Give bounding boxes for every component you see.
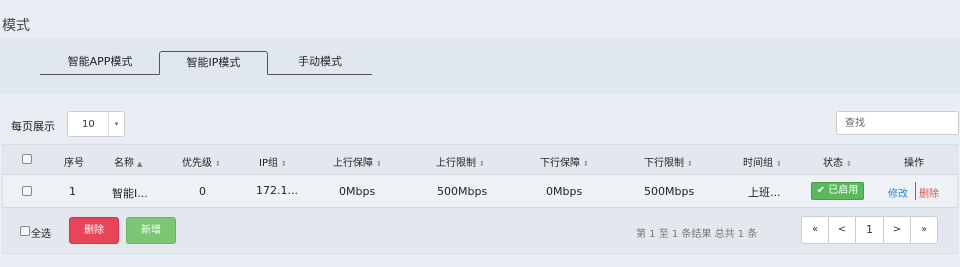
tab-smart-ip-mode[interactable]: 智能IP模式 <box>159 51 268 75</box>
cell-name: 智能I... <box>112 187 148 200</box>
col-ip-group-label: IP组 <box>259 158 278 169</box>
col-up-limit[interactable]: 上行限制 ⇕ <box>436 154 485 169</box>
cell-down-limit: 500Mbps <box>644 185 695 198</box>
tab-smart-app-mode[interactable]: 智能APP模式 <box>40 51 160 75</box>
status-badge: ✔ 已启用 <box>811 182 864 200</box>
table-row: 1 智能I... 0 172.1... 0Mbps 500Mbps 0Mbps … <box>3 175 957 208</box>
cell-up-guarantee: 0Mbps <box>339 185 376 198</box>
delete-link[interactable]: 删除 <box>919 185 939 200</box>
mode-tabs-panel: 智能APP模式 智能IP模式 手动模式 <box>0 38 960 94</box>
col-down-limit-label: 下行限制 <box>644 158 684 169</box>
row-select-checkbox[interactable] <box>22 186 32 196</box>
current-page-button[interactable]: 1 <box>855 216 884 244</box>
sort-icon: ⇕ <box>280 160 287 168</box>
col-up-limit-label: 上行限制 <box>436 158 476 169</box>
action-divider <box>915 182 916 200</box>
col-actions: 操作 <box>904 154 924 169</box>
per-page-value: 10 <box>82 119 95 130</box>
col-time-group-label: 时间组 <box>743 158 773 169</box>
select-all-label[interactable]: 全选 <box>31 225 51 240</box>
sort-icon: ⇕ <box>376 160 382 168</box>
pagination-info: 第 1 至 1 条结果 总共 1 条 <box>636 229 758 240</box>
header-select-checkbox[interactable] <box>22 154 32 164</box>
col-actions-label: 操作 <box>904 158 924 169</box>
col-name[interactable]: 名称 ▲ <box>114 154 142 169</box>
cell-index: 1 <box>69 185 76 198</box>
search-input[interactable] <box>836 111 959 135</box>
col-status[interactable]: 状态 ⇕ <box>823 154 852 169</box>
col-index-label: 序号 <box>64 158 84 169</box>
delete-button[interactable]: 删除 <box>69 217 119 244</box>
edit-link[interactable]: 修改 <box>888 185 908 200</box>
col-up-guarantee-label: 上行保障 <box>333 158 373 169</box>
tab-manual-mode[interactable]: 手动模式 <box>268 51 372 75</box>
cell-time-group: 上班... <box>748 186 781 199</box>
sort-icon: ⇕ <box>846 160 852 168</box>
select-all-checkbox[interactable] <box>20 226 30 236</box>
sort-icon: ⇕ <box>215 160 221 168</box>
page-title: 模式 <box>2 18 30 34</box>
per-page-select[interactable]: 10 ▾ <box>67 111 125 137</box>
cell-down-guarantee: 0Mbps <box>546 185 583 198</box>
col-name-label: 名称 <box>114 158 134 169</box>
col-down-guarantee-label: 下行保障 <box>540 158 580 169</box>
per-page-label: 每页展示 <box>11 120 55 133</box>
sort-icon: ⇕ <box>479 160 485 168</box>
col-ip-group[interactable]: IP组 ⇕ <box>259 154 287 169</box>
sort-icon: ⇕ <box>687 160 693 168</box>
col-priority[interactable]: 优先级 ⇕ <box>182 154 221 169</box>
cell-ip-group: 172.1... <box>256 184 298 197</box>
sort-icon: ⇕ <box>776 160 782 168</box>
col-time-group[interactable]: 时间组 ⇕ <box>743 154 782 169</box>
col-priority-label: 优先级 <box>182 158 212 169</box>
cell-priority: 0 <box>199 185 206 198</box>
sort-icon: ⇕ <box>583 160 589 168</box>
col-down-limit[interactable]: 下行限制 ⇕ <box>644 154 693 169</box>
pagination: « < 1 > » <box>801 216 938 244</box>
chevron-down-icon[interactable]: ▾ <box>108 112 124 136</box>
prev-page-button[interactable]: < <box>828 216 856 244</box>
col-up-guarantee[interactable]: 上行保障 ⇕ <box>333 154 382 169</box>
col-down-guarantee[interactable]: 下行保障 ⇕ <box>540 154 589 169</box>
first-page-button[interactable]: « <box>801 216 829 244</box>
cell-up-limit: 500Mbps <box>437 185 488 198</box>
col-index: 序号 <box>64 154 84 169</box>
sort-asc-icon: ▲ <box>137 160 143 168</box>
next-page-button[interactable]: > <box>883 216 911 244</box>
table-header-row: 序号 名称 ▲ 优先级 ⇕ IP组 ⇕ 上行保障 ⇕ 上行限制 ⇕ 下行保障 ⇕ 下行限制 ⇕… <box>3 145 957 175</box>
add-button[interactable]: 新增 <box>126 217 176 244</box>
last-page-button[interactable]: » <box>910 216 938 244</box>
col-status-label: 状态 <box>823 158 843 169</box>
